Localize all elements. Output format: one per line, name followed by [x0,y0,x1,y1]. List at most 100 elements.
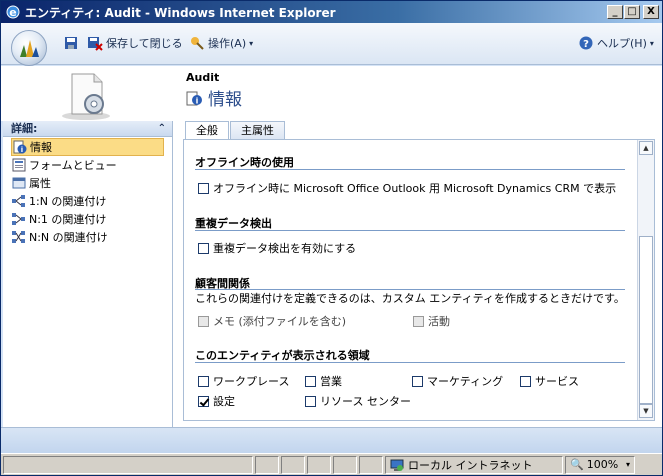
status-cell [281,455,305,474]
page-title: i 情報 [186,85,242,110]
crm-logo-button[interactable] [11,30,47,66]
tab-general[interactable]: 全般 [185,121,229,140]
nav-item-info[interactable]: i 情報 [11,138,164,156]
checkbox-label: サービス [535,375,579,388]
svg-text:i: i [196,96,199,105]
tab-primary-attribute[interactable]: 主属性 [230,121,285,139]
form-content: オフライン時の使用 オフライン時に Microsoft Office Outlo… [184,140,636,420]
scroll-thumb[interactable] [639,236,653,404]
collapse-icon[interactable]: ⌃ [158,121,166,136]
nav-item-1n-relations[interactable]: 1:N の関連付け [3,192,172,210]
offline-outlook-checkbox[interactable]: オフライン時に Microsoft Office Outlook 用 Micro… [198,180,616,196]
save-close-label: 保存して閉じる [106,37,183,50]
status-cell [333,455,357,474]
checkbox-label: ワークプレース [213,375,290,388]
area-service-checkbox[interactable]: サービス [520,373,579,389]
svg-text:e: e [9,6,16,19]
checkbox-label: マーケティング [427,375,504,388]
zone-label: ローカル イントラネット [408,458,533,472]
security-zone[interactable]: ローカル イントラネット [385,455,563,474]
actions-icon [191,37,204,50]
area-settings-checkbox[interactable]: 設定 [198,393,235,409]
checkbox[interactable] [198,395,209,407]
scroll-up-icon[interactable]: ▲ [639,141,653,155]
help-icon: ? [579,36,593,50]
nav-item-attributes[interactable]: 属性 [3,174,172,192]
nav-item-label: N:1 の関連付け [29,213,107,226]
zoom-control[interactable]: 🔍 100% ▾ [565,455,635,474]
nav-item-label: 情報 [30,141,52,154]
section-divider [195,362,625,363]
checkbox[interactable] [198,242,209,254]
actions-label: 操作(A) [208,37,247,50]
section-title-offline: オフライン時の使用 [195,156,294,169]
relation-nn-icon [12,231,25,243]
zoom-level: 100% [586,458,619,471]
nav-item-label: N:N の関連付け [29,231,108,244]
form-footer [1,427,662,453]
title-bar: e エンティティ: Audit - Windows Internet Explo… [1,1,662,23]
help-menu[interactable]: ? ヘルプ(H) ▾ [578,35,654,51]
section-title-areas: このエンティティが表示される領域 [195,349,370,362]
nav-item-label: 1:N の関連付け [29,195,107,208]
checkbox-label: メモ (添付ファイルを含む) [213,315,347,328]
main-content: 全般 主属性 オフライン時の使用 オフライン時に Microsoft Offic… [173,121,662,427]
relations-description: これらの関連付けを定義できるのは、カスタム エンティティを作成するときだけです。 [195,292,625,305]
area-workplace-checkbox[interactable]: ワークプレース [198,373,289,389]
browser-window: e エンティティ: Audit - Windows Internet Explo… [0,0,663,476]
notes-checkbox: メモ (添付ファイルを含む) [198,313,346,329]
svg-text:i: i [21,146,23,154]
checkbox-label: リソース センター [320,395,411,408]
status-bar: ローカル イントラネット 🔍 100% ▾ [1,453,662,475]
intranet-zone-icon [390,459,404,471]
section-divider [195,169,625,170]
area-resource-center-checkbox[interactable]: リソース センター [305,393,411,409]
crm-logo-icon [20,40,39,57]
ie-icon: e [6,5,20,19]
save-close-button[interactable]: 保存して閉じる [87,35,183,51]
checkbox [413,315,424,327]
activities-checkbox: 活動 [413,313,450,329]
checkbox[interactable] [198,182,209,194]
chevron-down-icon: ▾ [249,38,254,48]
help-label: ヘルプ(H) [597,37,647,50]
save-icon[interactable] [63,35,79,51]
vertical-scrollbar[interactable]: ▲ ▼ [637,140,654,420]
status-cell [255,455,279,474]
nav-item-label: フォームとビュー [29,159,117,172]
info-icon: i [13,140,27,154]
maximize-button[interactable]: □ [624,5,640,19]
form-icon [12,158,26,172]
nav-item-nn-relations[interactable]: N:N の関連付け [3,228,172,246]
checkbox[interactable] [520,375,531,387]
minimize-button[interactable]: _ [607,5,623,19]
scroll-down-icon[interactable]: ▼ [639,404,653,418]
entity-name: Audit [186,71,220,84]
close-button[interactable]: X [643,5,659,19]
area-sales-checkbox[interactable]: 営業 [305,373,342,389]
duplicate-detection-checkbox[interactable]: 重複データ検出を有効にする [198,240,356,256]
section-title-duplicate: 重複データ検出 [195,217,272,230]
checkbox[interactable] [305,395,316,407]
area-marketing-checkbox[interactable]: マーケティング [412,373,503,389]
nav-item-label: 属性 [29,177,51,190]
checkbox [198,315,209,327]
checkbox[interactable] [412,375,423,387]
save-close-icon [88,37,103,51]
window-title: エンティティ: Audit - Windows Internet Explore… [25,5,336,20]
nav-header: 詳細: ⌃ [3,121,172,137]
checkbox-label: 重複データ検出を有効にする [213,242,357,255]
relation-n1-icon [12,213,25,225]
status-cell [307,455,331,474]
actions-menu[interactable]: 操作(A) ▾ [189,35,253,51]
chevron-down-icon: ▾ [649,38,654,48]
form-panel: オフライン時の使用 オフライン時に Microsoft Office Outlo… [183,139,655,421]
toolbar: 保存して閉じる 操作(A) ▾ ? ヘルプ(H) ▾ [1,23,662,66]
checkbox[interactable] [198,375,209,387]
checkbox[interactable] [305,375,316,387]
page-title-text: 情報 [208,90,242,110]
entity-settings-icon [62,73,110,120]
status-cell [359,455,383,474]
nav-item-forms-views[interactable]: フォームとビュー [3,156,172,174]
nav-item-n1-relations[interactable]: N:1 の関連付け [3,210,172,228]
